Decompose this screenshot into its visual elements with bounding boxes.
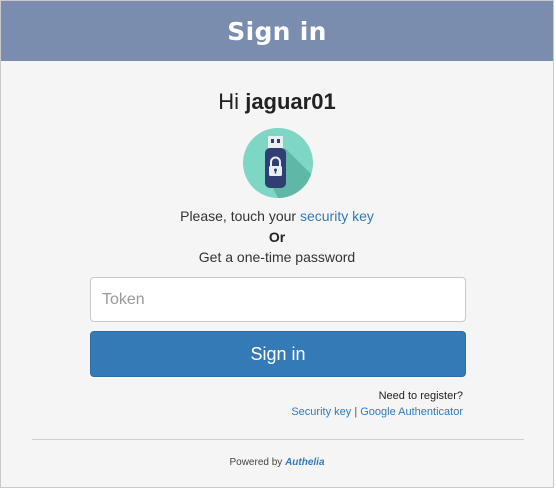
login-card: Sign in Hi jaguar01 Please, touch your s… <box>0 0 554 488</box>
brand-name: Authelia <box>285 457 325 468</box>
greeting: Hi jaguar01 <box>1 89 553 115</box>
footer-divider <box>32 439 524 440</box>
header-bar: Sign in <box>1 1 553 61</box>
register-google-authenticator-link[interactable]: Google Authenticator <box>360 406 463 418</box>
register-security-key-link[interactable]: Security key <box>291 406 351 418</box>
sign-in-button[interactable]: Sign in <box>90 331 466 377</box>
or-separator: Or <box>268 229 286 245</box>
touch-prompt-text: Please, touch your <box>180 208 297 224</box>
link-separator: | <box>354 406 358 418</box>
token-input[interactable] <box>90 277 466 322</box>
usb-security-key-icon <box>243 128 313 198</box>
register-links: Security key | Google Authenticator <box>291 406 463 418</box>
security-key-link[interactable]: security key <box>300 208 374 224</box>
page-title: Sign in <box>227 16 327 46</box>
powered-by: Powered by Authelia <box>1 457 553 468</box>
greeting-prefix: Hi <box>218 89 240 114</box>
powered-by-text: Powered by <box>229 457 283 468</box>
register-question: Need to register? <box>378 390 463 402</box>
username: jaguar01 <box>245 89 336 114</box>
otp-prompt: Get a one-time password <box>198 249 356 265</box>
touch-prompt: Please, touch your security key <box>1 208 553 224</box>
